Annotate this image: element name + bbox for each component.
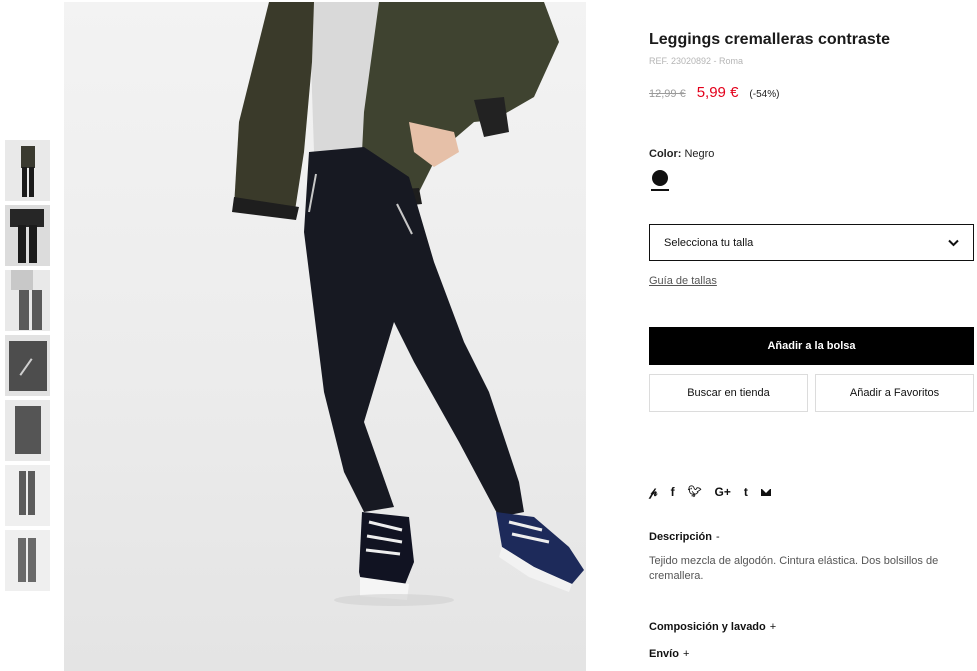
shipping-label: Envío	[649, 648, 679, 660]
share-icons: 𝓅 f 🐦︎ G+ t	[649, 484, 771, 500]
email-icon[interactable]	[760, 488, 771, 496]
shipping-sign: +	[682, 648, 690, 660]
composition-label: Composición y lavado	[649, 621, 766, 633]
product-title: Leggings cremalleras contraste	[649, 31, 890, 48]
thumbnail-7[interactable]	[5, 530, 50, 591]
add-to-favorites-button[interactable]: Añadir a Favoritos	[815, 374, 974, 412]
color-label-title: Color:	[649, 148, 682, 160]
google-plus-icon[interactable]: G+	[715, 484, 731, 500]
product-reference: REF. 23020892 - Roma	[649, 56, 744, 66]
description-sign: -	[715, 531, 720, 543]
description-text: Tejido mezcla de algodón. Cintura elásti…	[649, 555, 939, 582]
sale-price: 5,99 €	[696, 84, 739, 101]
shipping-toggle[interactable]: Envío +	[649, 648, 689, 660]
color-swatch-black[interactable]	[652, 170, 668, 186]
old-price: 12,99 €	[649, 88, 686, 100]
thumbnail-5[interactable]	[5, 400, 50, 461]
tumblr-icon[interactable]: t	[744, 484, 748, 500]
color-value: Negro	[684, 148, 715, 160]
product-photo-illustration	[232, 2, 584, 606]
size-guide-link[interactable]: Guía de tallas	[649, 275, 717, 287]
thumbnail-1[interactable]	[5, 140, 50, 201]
description-label: Descripción	[649, 531, 712, 543]
composition-sign: +	[769, 621, 777, 633]
chevron-down-icon	[948, 239, 959, 247]
description-toggle[interactable]: Descripción -	[649, 531, 720, 543]
price-row: 12,99 € 5,99 € (-54%)	[649, 84, 779, 102]
twitter-icon[interactable]: 🐦︎	[688, 484, 702, 500]
add-to-bag-button[interactable]: Añadir a la bolsa	[649, 327, 974, 365]
swatch-selected-indicator	[651, 189, 669, 191]
thumbnail-3[interactable]	[5, 270, 50, 331]
size-selector[interactable]: Selecciona tu talla	[649, 224, 974, 261]
color-label: Color: Negro	[649, 148, 714, 160]
main-product-image[interactable]	[64, 2, 586, 671]
discount-badge: (-54%)	[749, 89, 780, 100]
composition-toggle[interactable]: Composición y lavado +	[649, 621, 776, 633]
thumbnail-2[interactable]	[5, 205, 50, 266]
facebook-icon[interactable]: f	[671, 484, 675, 500]
size-selector-label: Selecciona tu talla	[664, 237, 754, 249]
thumbnail-4[interactable]	[5, 335, 50, 396]
find-in-store-button[interactable]: Buscar en tienda	[649, 374, 808, 412]
pinterest-icon[interactable]: 𝓅	[649, 484, 658, 500]
thumbnail-6[interactable]	[5, 465, 50, 526]
